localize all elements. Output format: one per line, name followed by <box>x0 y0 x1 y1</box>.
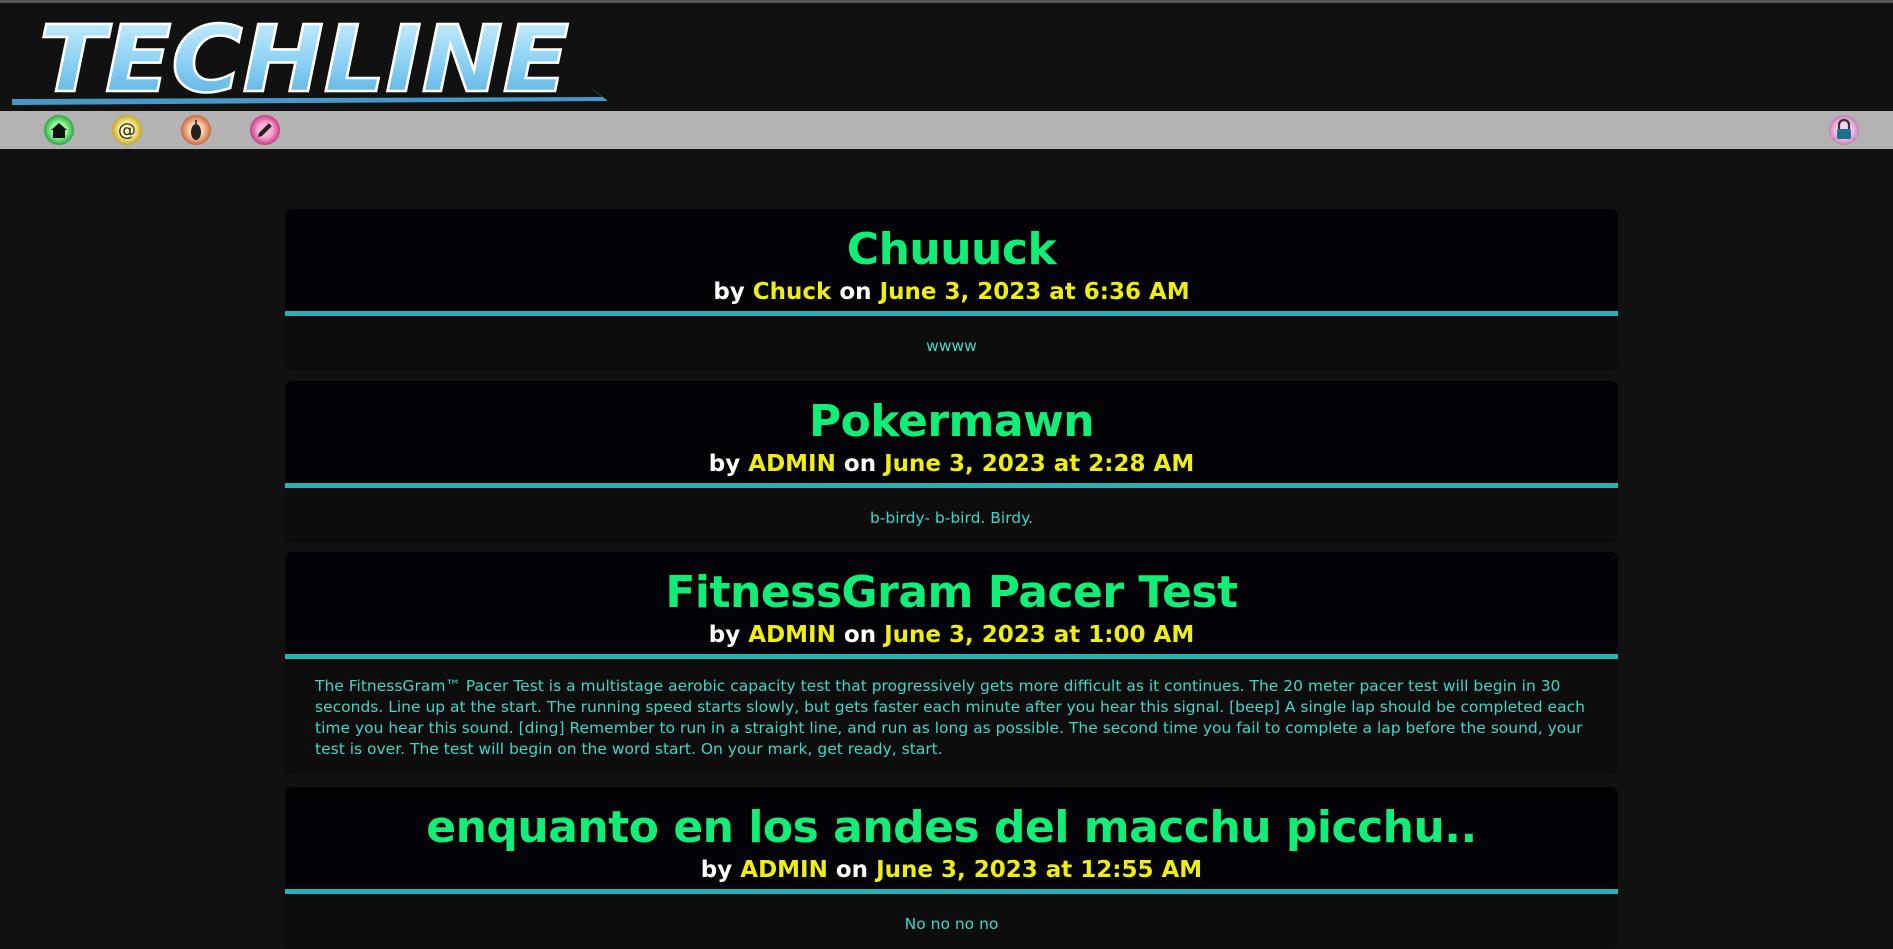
post-title[interactable]: Pokermawn <box>285 381 1618 449</box>
post-header: FitnessGram Pacer Test by ADMIN on June … <box>285 552 1618 659</box>
post-date: June 3, 2023 at 12:55 AM <box>876 857 1203 883</box>
svg-text:TECHLINE: TECHLINE <box>39 11 569 106</box>
post-meta: by Chuck on June 3, 2023 at 6:36 AM <box>285 277 1618 311</box>
post-author[interactable]: ADMIN <box>740 857 828 883</box>
bomb-button[interactable] <box>180 114 212 146</box>
on-label: on <box>843 622 877 648</box>
post-body: wwww <box>926 337 977 355</box>
post-date: June 3, 2023 at 2:28 AM <box>884 451 1195 477</box>
post-body: No no no no <box>904 915 999 933</box>
post-header: Chuuuck by Chuck on June 3, 2023 at 6:36… <box>285 209 1618 316</box>
pencil-icon <box>250 115 280 145</box>
post-title[interactable]: Chuuuck <box>285 209 1618 277</box>
post-meta: by ADMIN on June 3, 2023 at 2:28 AM <box>285 449 1618 483</box>
by-label: by <box>713 279 745 305</box>
edit-button[interactable] <box>249 114 281 146</box>
bomb-icon <box>181 115 211 145</box>
login-button[interactable] <box>1828 114 1860 146</box>
post-card: Pokermawn by ADMIN on June 3, 2023 at 2:… <box>285 381 1618 543</box>
post-card: FitnessGram Pacer Test by ADMIN on June … <box>285 552 1618 774</box>
site-logo[interactable]: TECHLINE <box>12 11 607 106</box>
post-card: Chuuuck by Chuck on June 3, 2023 at 6:36… <box>285 209 1618 371</box>
by-label: by <box>708 451 741 477</box>
post-title[interactable]: enquanto en los andes del macchu picchu.… <box>285 787 1618 855</box>
on-label: on <box>835 857 869 883</box>
by-label: by <box>708 622 741 648</box>
post-header: Pokermawn by ADMIN on June 3, 2023 at 2:… <box>285 381 1618 488</box>
site-header: TECHLINE <box>0 3 1893 111</box>
post-header: enquanto en los andes del macchu picchu.… <box>285 787 1618 894</box>
post-body: The FitnessGram™ Pacer Test is a multist… <box>315 677 1585 758</box>
post-author[interactable]: ADMIN <box>748 451 836 477</box>
post-body: b-birdy- b-bird. Birdy. <box>869 509 1034 527</box>
post-meta: by ADMIN on June 3, 2023 at 1:00 AM <box>285 620 1618 654</box>
on-label: on <box>839 279 872 305</box>
by-label: by <box>700 857 733 883</box>
post-author[interactable]: Chuck <box>753 279 832 305</box>
lock-icon <box>1829 115 1859 145</box>
contact-button[interactable]: @ <box>111 114 143 146</box>
on-label: on <box>843 451 877 477</box>
post-date: June 3, 2023 at 6:36 AM <box>879 279 1190 305</box>
post-card: enquanto en los andes del macchu picchu.… <box>285 787 1618 949</box>
post-date: June 3, 2023 at 1:00 AM <box>884 622 1195 648</box>
home-icon <box>44 115 74 145</box>
post-meta: by ADMIN on June 3, 2023 at 12:55 AM <box>285 855 1618 889</box>
svg-text:@: @ <box>118 120 136 141</box>
post-title[interactable]: FitnessGram Pacer Test <box>285 552 1618 620</box>
post-author[interactable]: ADMIN <box>748 622 836 648</box>
at-mail-icon: @ <box>112 115 142 145</box>
home-button[interactable] <box>43 114 75 146</box>
nav-bar: @ <box>0 111 1893 149</box>
